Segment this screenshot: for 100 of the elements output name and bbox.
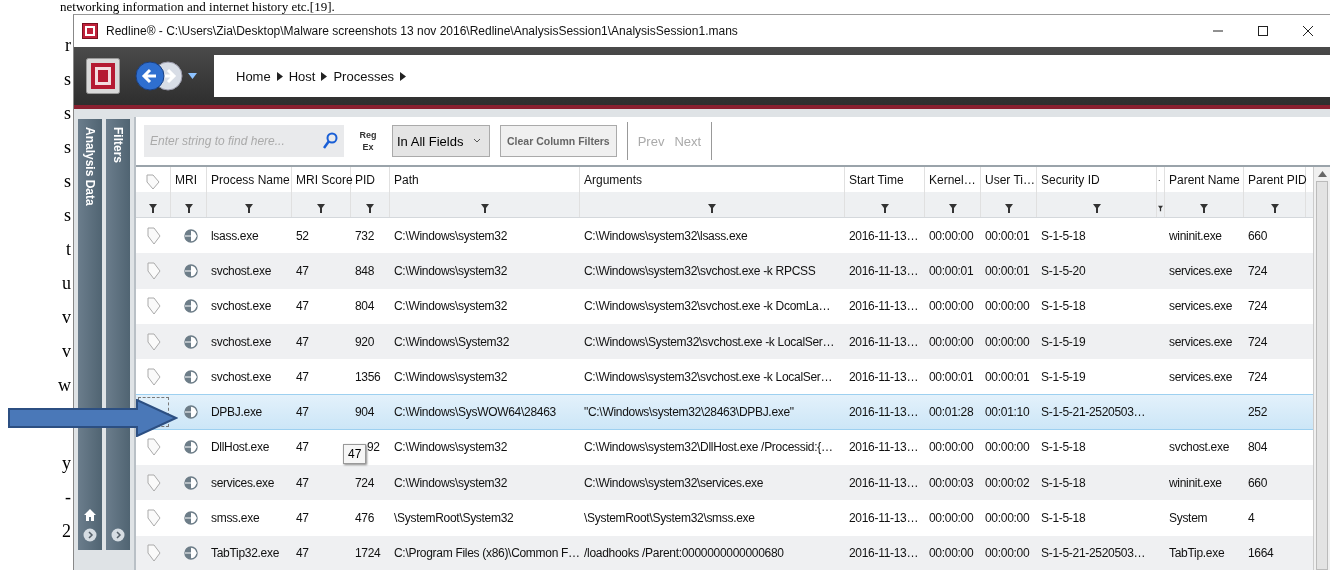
table-cell: 47 bbox=[296, 299, 309, 314]
document-text-fragment: u bbox=[62, 274, 72, 292]
home-icon[interactable] bbox=[83, 508, 97, 522]
table-cell: 00:00:00 bbox=[929, 228, 974, 243]
filter-icon[interactable] bbox=[366, 204, 374, 213]
back-forward-icon[interactable] bbox=[134, 58, 200, 94]
table-row[interactable]: TabTip32.exe 47 1724 C:\Program Files (x86)\Common F… /loadhooks /Parent:0000000000000680 2016-11-13… 00:00:00 00:00:00 S-1-5-21-2520503… TabTip.exe 1664 bbox=[136, 535, 1313, 570]
tag-icon bbox=[145, 173, 161, 191]
column-header[interactable]: MRI bbox=[171, 173, 197, 187]
document-text-fragment: r bbox=[65, 36, 72, 54]
scroll-up-icon[interactable] bbox=[1317, 171, 1327, 177]
table-cell: 724 bbox=[1248, 299, 1268, 314]
table-cell: C:\Windows\system32 bbox=[394, 228, 507, 243]
table-cell: S-1-5-18 bbox=[1041, 511, 1086, 525]
caret-icon bbox=[473, 138, 481, 144]
column-header[interactable]: Process Name bbox=[207, 173, 290, 187]
table-cell: C:\Windows\system32 bbox=[394, 263, 507, 278]
filter-icon[interactable] bbox=[1158, 204, 1163, 213]
filter-icon[interactable] bbox=[1004, 204, 1013, 213]
app-logo-icon[interactable] bbox=[86, 58, 120, 94]
filter-icon[interactable] bbox=[1092, 204, 1101, 213]
close-icon[interactable] bbox=[1302, 25, 1314, 37]
table-cell: C:\Windows\system32 bbox=[394, 369, 507, 384]
column-header[interactable]: MRI Score bbox=[292, 173, 353, 187]
search-field[interactable]: Enter string to find here... bbox=[144, 125, 344, 157]
filter-icon[interactable] bbox=[149, 204, 157, 213]
half-circle-icon bbox=[184, 546, 198, 561]
regex-toggle[interactable]: Reg Ex bbox=[354, 129, 382, 153]
filter-icon[interactable] bbox=[245, 204, 253, 213]
table-cell: 47 bbox=[296, 546, 309, 561]
column-header[interactable]: Parent PID bbox=[1244, 173, 1307, 187]
column-header[interactable]: Arguments bbox=[580, 173, 643, 187]
column-header[interactable]: Start Time bbox=[845, 173, 904, 187]
document-text-fragment: s bbox=[64, 138, 72, 156]
table-cell: /loadhooks /Parent:0000000000000680 bbox=[584, 546, 784, 561]
chevron-icon bbox=[400, 71, 407, 81]
table-row[interactable]: svchost.exe 47 920 C:\Windows\System32 C:\Windows\System32\svchost.exe -k LocalSer… 2016-11-13… 00:00:00 00:00:00 S-1-5-19 services.exe 724 bbox=[136, 323, 1313, 360]
table-cell: 660 bbox=[1248, 228, 1268, 243]
scrollbar[interactable] bbox=[1313, 167, 1330, 570]
half-circle-icon bbox=[184, 263, 198, 278]
table-cell: 1724 bbox=[355, 546, 381, 561]
expand-icon[interactable] bbox=[111, 528, 125, 542]
table-cell: DllHost.exe bbox=[211, 440, 270, 455]
table-cell: 00:00:00 bbox=[985, 334, 1030, 349]
column-header[interactable]: User Ti… bbox=[981, 173, 1035, 187]
filter-icon[interactable] bbox=[317, 204, 325, 213]
table-row[interactable]: services.exe 47 724 C:\Windows\system32 C:\Windows\system32\services.exe 2016-11-13… 00:00:03 00:00:02 S-1-5-18 wininit.exe 660 bbox=[136, 465, 1313, 501]
table-cell: 2016-11-13… bbox=[849, 511, 919, 525]
document-text-fragment: s bbox=[64, 206, 72, 224]
side-tab[interactable]: Analysis Data bbox=[78, 119, 102, 550]
clear-filters-button[interactable]: Clear Column Filters bbox=[500, 125, 617, 157]
half-circle-icon bbox=[184, 405, 198, 420]
scope-dropdown[interactable]: In All Fields bbox=[392, 125, 490, 157]
filter-icon[interactable] bbox=[948, 204, 957, 213]
document-text-fragment: 2 bbox=[62, 522, 72, 540]
table-cell: services.exe bbox=[211, 475, 275, 490]
table-cell: C:\Windows\system32\svchost.exe -k RPCSS bbox=[584, 263, 816, 278]
filter-icon[interactable] bbox=[480, 204, 489, 213]
column-header[interactable]: Parent Name bbox=[1165, 173, 1240, 187]
column-header[interactable]: Path bbox=[390, 173, 419, 187]
table-cell: C:\Windows\System32\svchost.exe -k LocalSer… bbox=[584, 334, 835, 349]
side-tab[interactable]: Filters bbox=[106, 119, 130, 550]
table-cell: S-1-5-20 bbox=[1041, 263, 1086, 278]
filter-icon[interactable] bbox=[708, 204, 716, 213]
table-cell: 00:00:01 bbox=[929, 369, 974, 384]
table-cell: \SystemRoot\System32\smss.exe bbox=[584, 511, 755, 525]
table-cell: svchost.exe bbox=[211, 299, 272, 314]
search-icon[interactable] bbox=[322, 132, 338, 150]
column-header[interactable]: . bbox=[1157, 173, 1161, 183]
table-cell: 2016-11-13… bbox=[849, 299, 919, 314]
maximize-icon[interactable] bbox=[1257, 25, 1269, 37]
filter-icon[interactable] bbox=[1200, 204, 1208, 213]
breadcrumb-item[interactable]: Home bbox=[236, 68, 271, 84]
table-cell: System bbox=[1169, 511, 1208, 525]
breadcrumb-item[interactable]: Host bbox=[288, 68, 316, 84]
document-text-fragment: v bbox=[62, 342, 72, 360]
table-cell: svchost.exe bbox=[211, 369, 272, 384]
breadcrumb-item[interactable]: Processes bbox=[333, 68, 395, 84]
table-cell: 804 bbox=[1248, 440, 1268, 455]
column-header[interactable]: Kernel… bbox=[925, 173, 976, 187]
column-header[interactable]: PID bbox=[351, 173, 375, 187]
table-cell: 4 bbox=[1248, 511, 1255, 525]
table-cell: 2016-11-13… bbox=[849, 228, 919, 243]
document-text-fragment: - bbox=[65, 488, 72, 506]
column-header[interactable]: Security ID bbox=[1037, 173, 1100, 187]
table-row[interactable]: svchost.exe 47 848 C:\Windows\system32 C:\Windows\system32\svchost.exe -k RPCSS 2016-11-13… 00:00:01 00:00:01 S-1-5-20 services.exe 724 bbox=[136, 253, 1313, 289]
table-cell: 2016-11-13… bbox=[849, 369, 919, 384]
table-cell: S-1-5-21-2520503… bbox=[1041, 405, 1146, 420]
filter-icon[interactable] bbox=[880, 204, 889, 213]
table-cell: 2016-11-13… bbox=[849, 546, 919, 561]
filter-icon[interactable] bbox=[1270, 204, 1279, 213]
table-row[interactable]: DPBJ.exe 47 904 C:\Windows\SysWOW64\28463 "C:\Windows\system32\28463\DPBJ.exe" 2016-11-13… 00:01:28 00:01:10 S-1-5-21-2520503… 252 bbox=[136, 394, 1313, 430]
expand-icon[interactable] bbox=[83, 528, 97, 542]
table-cell: 47 bbox=[296, 440, 309, 455]
table-cell: services.exe bbox=[1169, 369, 1233, 384]
table-cell: 00:00:00 bbox=[985, 511, 1030, 525]
filter-icon[interactable] bbox=[184, 204, 193, 213]
document-text-fragment: s bbox=[64, 70, 72, 88]
scroll-thumb[interactable] bbox=[1316, 181, 1328, 570]
table-cell: 904 bbox=[355, 405, 375, 420]
